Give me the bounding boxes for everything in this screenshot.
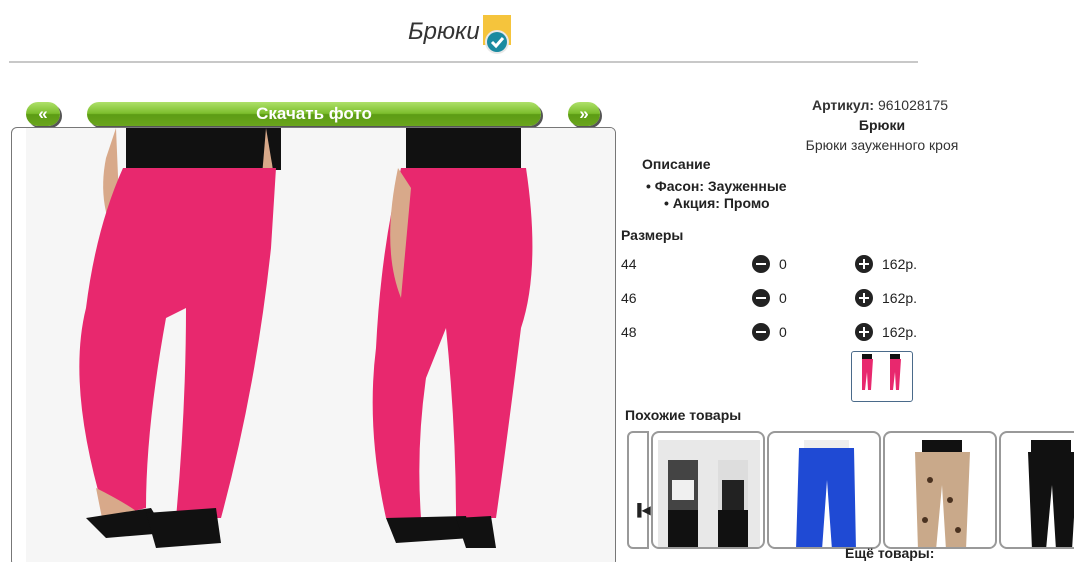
- size-label: 48: [621, 324, 637, 340]
- article-value: 961028175: [877, 97, 949, 113]
- similar-product-card[interactable]: [883, 431, 997, 549]
- thumbnail-image: [862, 354, 901, 390]
- next-photo-button[interactable]: »: [568, 102, 600, 126]
- carousel-back-button[interactable]: ▐◀: [627, 431, 651, 549]
- size-label: 46: [621, 290, 637, 306]
- quantity-value: 0: [779, 324, 787, 340]
- sizes-heading: Размеры: [621, 227, 684, 243]
- similar-product-image: [774, 440, 876, 547]
- size-price: 162р.: [882, 256, 918, 272]
- skip-back-icon: ▐◀: [633, 503, 651, 517]
- minus-circle-icon[interactable]: [752, 255, 770, 273]
- plus-circle-icon[interactable]: [855, 323, 873, 341]
- feature-item: • Фасон: Зауженные: [646, 178, 787, 194]
- quantity-value: 0: [779, 256, 787, 272]
- description-heading: Описание: [642, 156, 711, 172]
- feature-item: • Акция: Промо: [664, 195, 770, 211]
- minus-circle-icon[interactable]: [752, 289, 770, 307]
- similar-product-image: [1006, 440, 1074, 547]
- minus-circle-icon[interactable]: [752, 323, 770, 341]
- size-price: 162р.: [882, 324, 918, 340]
- size-row: 46 0 162р.: [621, 289, 941, 312]
- similar-product-card[interactable]: [651, 431, 765, 549]
- feature-text: Фасон: Зауженные: [654, 178, 787, 194]
- size-row: 48 0 162р.: [621, 323, 941, 346]
- plus-circle-icon[interactable]: [855, 255, 873, 273]
- plus-circle-icon[interactable]: [855, 289, 873, 307]
- size-row: 44 0 162р.: [621, 255, 941, 278]
- similar-product-image: [890, 440, 992, 547]
- more-products-label: Ещё товары:: [845, 545, 935, 561]
- article-label: Артикул:: [811, 97, 875, 113]
- photo-thumbnail[interactable]: [851, 351, 913, 402]
- similar-product-card[interactable]: [999, 431, 1074, 549]
- prev-photo-button[interactable]: «: [26, 102, 60, 126]
- size-price: 162р.: [882, 290, 918, 306]
- verified-badge-icon: [483, 15, 511, 54]
- product-photo-frame: [11, 127, 616, 562]
- product-subtitle: Брюки зауженного кроя: [805, 137, 959, 153]
- feature-text: Акция: Промо: [672, 195, 770, 211]
- size-label: 44: [621, 256, 637, 272]
- similar-product-card[interactable]: [767, 431, 881, 549]
- quantity-value: 0: [779, 290, 787, 306]
- title-divider: [9, 61, 918, 63]
- product-photo: [26, 128, 615, 562]
- similar-products-heading: Похожие товары: [625, 407, 742, 423]
- page-title: Брюки: [408, 18, 480, 45]
- download-photo-button[interactable]: Скачать фото: [87, 102, 541, 126]
- similar-product-image: [658, 440, 760, 547]
- product-name: Брюки: [858, 117, 906, 133]
- article-line: Артикул: 961028175: [780, 97, 980, 113]
